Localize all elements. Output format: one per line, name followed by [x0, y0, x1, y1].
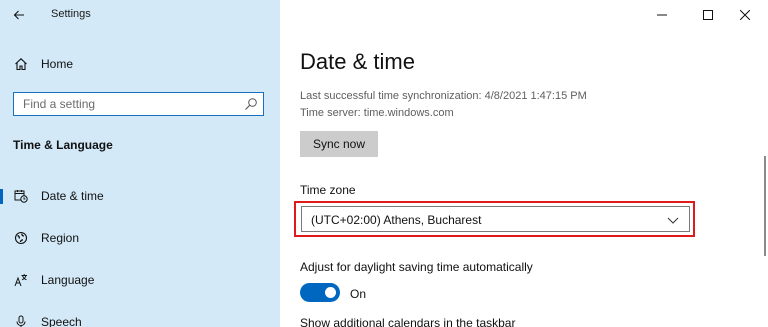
selection-indicator: [0, 189, 3, 204]
search-input[interactable]: [14, 93, 234, 115]
sidebar-item-label: Date & time: [41, 189, 104, 203]
maximize-icon: [703, 10, 713, 20]
sidebar-item-date-time[interactable]: Date & time: [0, 181, 280, 211]
toggle-knob: [325, 287, 336, 298]
microphone-icon: [13, 314, 29, 327]
sidebar-item-language[interactable]: Language: [0, 265, 280, 295]
language-icon: [13, 272, 29, 288]
sidebar-item-label: Language: [41, 273, 95, 287]
time-zone-dropdown[interactable]: (UTC+02:00) Athens, Bucharest: [301, 206, 690, 232]
section-header: Time & Language: [13, 138, 113, 152]
time-zone-label: Time zone: [300, 183, 356, 197]
toggle-state-label: On: [350, 287, 367, 301]
globe-icon: [13, 230, 29, 246]
search-icon[interactable]: [244, 97, 258, 111]
minimize-button[interactable]: [639, 0, 685, 30]
minimize-icon: [657, 14, 667, 16]
page-title: Date & time: [300, 49, 415, 74]
app-title: Settings: [51, 8, 91, 20]
time-zone-value: (UTC+02:00) Athens, Bucharest: [311, 213, 482, 227]
sidebar-item-label: Home: [41, 57, 74, 71]
sidebar-item-speech[interactable]: Speech: [0, 307, 280, 327]
back-button[interactable]: [9, 5, 29, 25]
chevron-down-icon: [667, 217, 679, 224]
sidebar-item-label: Region: [41, 231, 80, 245]
sync-now-button[interactable]: Sync now: [300, 131, 378, 157]
close-icon: [740, 10, 750, 20]
additional-calendars-label: Show additional calendars in the taskbar: [300, 316, 516, 327]
scrollbar[interactable]: [764, 156, 766, 256]
back-arrow-icon: [13, 10, 24, 20]
daylight-saving-label: Adjust for daylight saving time automati…: [300, 260, 533, 274]
sync-status-text: Last successful time synchronization: 4/…: [300, 90, 587, 102]
home-icon: [13, 56, 29, 72]
time-server-text: Time server: time.windows.com: [300, 107, 454, 119]
calendar-clock-icon: [13, 188, 29, 204]
close-button[interactable]: [722, 0, 768, 30]
sidebar-item-region[interactable]: Region: [0, 223, 280, 253]
daylight-saving-toggle[interactable]: [300, 283, 340, 302]
main-content: Date & time Last successful time synchro…: [280, 0, 768, 327]
search-box: [13, 92, 264, 116]
sidebar-item-home[interactable]: Home: [0, 49, 280, 79]
sidebar: Settings Home Time & Language Date & tim…: [0, 0, 280, 327]
sidebar-item-label: Speech: [41, 315, 82, 327]
